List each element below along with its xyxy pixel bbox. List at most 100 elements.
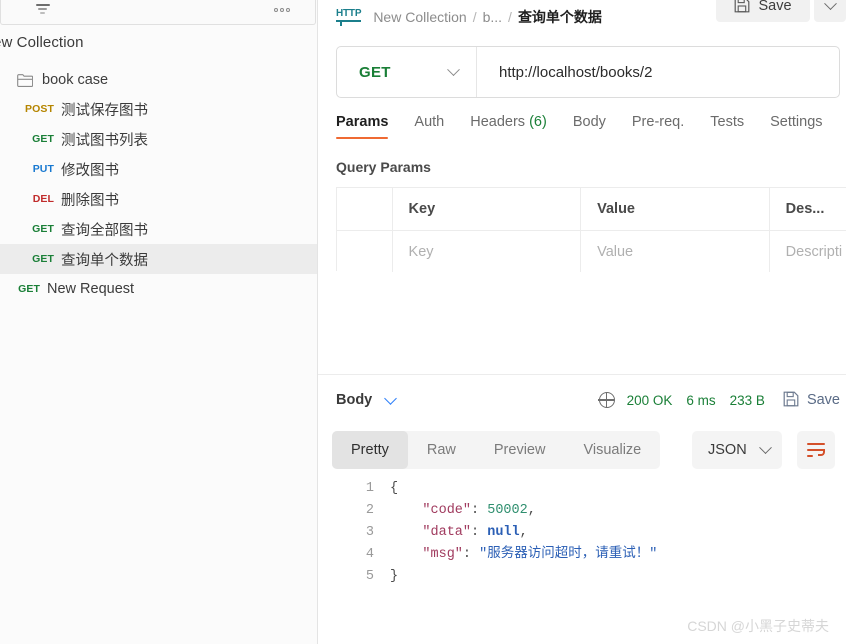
- http-method-select[interactable]: GET: [337, 47, 477, 97]
- tab-label: Body: [572, 114, 606, 130]
- http-protocol-icon: HTTP: [336, 8, 362, 26]
- code-line: "code": 50002,: [390, 500, 657, 522]
- sidebar: ew Collection book case POST 测试保存图书 GET …: [0, 0, 318, 644]
- method-badge: DEL: [32, 193, 54, 205]
- word-wrap-icon: [807, 443, 825, 457]
- tab-auth[interactable]: Auth: [414, 114, 444, 139]
- tab-label: Headers: [470, 114, 526, 130]
- request-name: New Request: [47, 281, 135, 297]
- column-header-value: Value: [581, 188, 770, 230]
- save-button-label: Save: [758, 0, 792, 14]
- url-input[interactable]: http://localhost/books/2: [477, 64, 839, 81]
- postman-window: ew Collection book case POST 测试保存图书 GET …: [0, 0, 846, 644]
- tab-label: Auth: [414, 114, 445, 130]
- column-header-description: Des...: [770, 188, 846, 230]
- row-checkbox-cell[interactable]: [337, 231, 393, 272]
- breadcrumb: HTTP New Collection / b... / 查询单个数据 Save: [318, 0, 846, 34]
- method-badge: GET: [18, 283, 40, 295]
- code-token-comma: ,: [527, 503, 536, 518]
- method-badge: GET: [32, 133, 54, 145]
- list-item[interactable]: GET 测试图书列表: [0, 124, 317, 154]
- breadcrumb-separator: /: [472, 9, 477, 25]
- chevron-down-icon: [759, 440, 772, 454]
- line-number: 4: [365, 547, 374, 562]
- request-list: POST 测试保存图书 GET 测试图书列表 PUT 修改图书 DEL 删除图书…: [0, 94, 317, 304]
- query-params-table: Key Value Des... Key Value Descripti: [336, 187, 846, 272]
- list-item[interactable]: PUT 修改图书: [0, 154, 317, 184]
- folder-icon: [17, 73, 33, 87]
- breadcrumb-collection[interactable]: New Collection: [373, 9, 466, 25]
- tab-headers[interactable]: Headers (6): [470, 114, 547, 139]
- list-item[interactable]: DEL 删除图书: [0, 184, 317, 214]
- save-button[interactable]: Save: [716, 0, 810, 22]
- response-toolbar: Body 200 OK 6 ms 233 B Save: [318, 385, 846, 415]
- value-input[interactable]: Value: [581, 231, 770, 272]
- tab-raw[interactable]: Raw: [408, 431, 475, 469]
- tab-label: Pre-req.: [631, 114, 685, 130]
- tab-label: Settings: [770, 114, 823, 130]
- tab-body[interactable]: Body: [573, 114, 606, 139]
- folder-label: book case: [42, 72, 109, 88]
- line-number: 1: [365, 481, 374, 496]
- response-view-tabs: Pretty Raw Preview Visualize: [332, 431, 661, 469]
- tab-label: Params: [336, 114, 389, 130]
- response-format-select[interactable]: JSON: [692, 431, 782, 469]
- save-dropdown-button[interactable]: [814, 0, 846, 22]
- list-item[interactable]: POST 测试保存图书: [0, 94, 317, 124]
- code-line: }: [390, 566, 657, 588]
- request-name: 查询单个数据: [61, 252, 148, 269]
- breadcrumb-folder[interactable]: b...: [483, 9, 502, 25]
- table-row[interactable]: Key Value Descripti: [337, 230, 846, 272]
- tab-label: Visualize: [583, 442, 642, 458]
- tab-preview[interactable]: Preview: [475, 431, 565, 469]
- breadcrumb-current: 查询单个数据: [517, 9, 602, 25]
- method-badge: PUT: [32, 163, 54, 175]
- response-time: 6 ms: [686, 392, 716, 408]
- chevron-down-icon[interactable]: [384, 391, 398, 405]
- word-wrap-button[interactable]: [797, 431, 835, 469]
- code-token-brace-close: }: [390, 569, 399, 584]
- request-name: 测试保存图书: [61, 102, 148, 119]
- http-method-value: GET: [359, 63, 391, 81]
- tab-tests[interactable]: Tests: [710, 114, 744, 139]
- more-horizontal-icon[interactable]: [269, 0, 295, 20]
- tab-pre-request[interactable]: Pre-req.: [632, 114, 684, 139]
- tab-settings[interactable]: Settings: [770, 114, 822, 139]
- sidebar-folder-book-case[interactable]: book case: [0, 66, 317, 94]
- description-input[interactable]: Descripti: [770, 231, 846, 272]
- response-format-value: JSON: [708, 442, 747, 458]
- request-name: 测试图书列表: [61, 132, 148, 149]
- code-token-comma: ,: [519, 525, 528, 540]
- chevron-down-icon: [823, 0, 837, 10]
- tab-visualize[interactable]: Visualize: [564, 431, 660, 469]
- response-code-viewer[interactable]: 1 2 3 4 5 { "code": 50002, "data": null,…: [332, 478, 846, 598]
- tab-headers-count: (6): [529, 114, 547, 130]
- method-badge: POST: [25, 103, 54, 115]
- line-number: 2: [365, 503, 374, 518]
- key-input[interactable]: Key: [393, 231, 582, 272]
- list-item[interactable]: GET New Request: [0, 274, 317, 304]
- query-params-title: Query Params: [336, 159, 431, 175]
- floppy-disk-icon: [783, 391, 799, 410]
- line-number-gutter: 1 2 3 4 5: [332, 478, 374, 588]
- code-token-brace-open: {: [390, 481, 399, 496]
- request-tabs: Params Auth Headers (6) Body Pre-req. Te…: [336, 114, 846, 146]
- status-badge: 200 OK: [626, 392, 673, 408]
- watermark: CSDN @小黑子史蒂夫: [687, 618, 829, 634]
- filter-icon[interactable]: [36, 4, 52, 18]
- globe-icon: [598, 391, 615, 408]
- save-response-button[interactable]: Save: [783, 391, 840, 410]
- list-item-selected[interactable]: GET 查询单个数据: [0, 244, 317, 274]
- tab-params[interactable]: Params: [336, 114, 389, 139]
- tab-label: Raw: [426, 442, 456, 458]
- code-token-key: "code": [422, 503, 472, 518]
- code-token-value: null: [487, 525, 520, 540]
- response-divider: [318, 374, 846, 375]
- code-line: "data": null,: [390, 522, 657, 544]
- table-header-row: Key Value Des...: [337, 188, 846, 230]
- code-line: {: [390, 478, 657, 500]
- list-item[interactable]: GET 查询全部图书: [0, 214, 317, 244]
- tab-pretty[interactable]: Pretty: [332, 431, 408, 469]
- request-name: 修改图书: [61, 162, 119, 179]
- line-number: 3: [365, 525, 374, 540]
